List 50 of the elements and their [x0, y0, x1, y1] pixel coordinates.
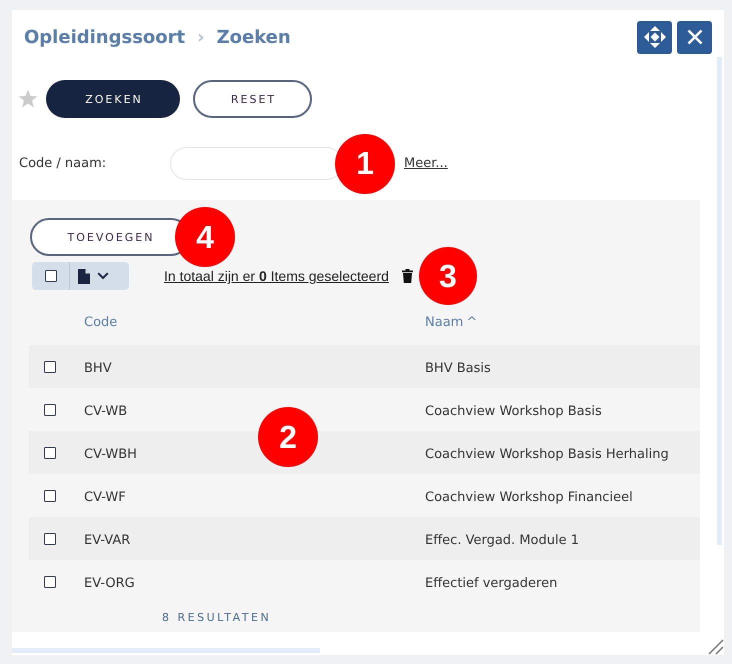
- star-icon[interactable]: [18, 89, 38, 109]
- horizontal-scrollbar[interactable]: [12, 648, 320, 653]
- callout-marker: 3: [418, 247, 477, 305]
- field-label: Code / naam:: [19, 156, 108, 171]
- table-cell: CV-WB: [84, 404, 128, 419]
- column-header[interactable]: Naam: [425, 314, 464, 330]
- table-cell: Coachview Workshop Basis Herhaling: [425, 447, 669, 462]
- row-checkbox[interactable]: [44, 360, 56, 372]
- callout-marker: 2: [258, 407, 318, 467]
- vertical-scrollbar[interactable]: [717, 57, 722, 545]
- row-checkbox[interactable]: [44, 404, 56, 416]
- result-count: 8 RESULTATEN: [162, 611, 272, 624]
- table-row[interactable]: BHV BHV Basis: [29, 345, 700, 388]
- callout-marker: 4: [175, 207, 235, 267]
- table-row[interactable]: EV-VAR Effec. Vergad. Module 1: [29, 517, 700, 560]
- column-header[interactable]: Code: [84, 314, 118, 330]
- table-cell: Coachview Workshop Basis: [425, 404, 602, 419]
- table-cell: CV-WBH: [84, 447, 137, 462]
- breadcrumb-link[interactable]: Opleidingssoort: [24, 26, 186, 48]
- document-icon: [78, 268, 90, 284]
- row-checkbox[interactable]: [44, 576, 56, 588]
- reset-button[interactable]: RESET: [193, 80, 312, 118]
- close-button[interactable]: [677, 20, 712, 54]
- move-button[interactable]: [637, 20, 672, 54]
- table-cell: Effec. Vergad. Module 1: [425, 533, 579, 548]
- table-cell: Effectief vergaderen: [425, 576, 558, 591]
- table-cell: EV-VAR: [84, 533, 130, 548]
- chevron-down-icon: [97, 272, 109, 280]
- row-checkbox[interactable]: [44, 446, 56, 458]
- close-icon: [686, 29, 702, 45]
- page-title: Zoeken: [216, 26, 291, 48]
- table-cell: BHV: [84, 361, 112, 376]
- table-cell: EV-ORG: [84, 576, 135, 591]
- breadcrumb-separator: ›: [197, 26, 205, 48]
- search-button[interactable]: ZOEKEN: [46, 80, 180, 118]
- row-checkbox[interactable]: [44, 490, 56, 502]
- table-cell: CV-WF: [84, 490, 126, 505]
- move-icon: [644, 26, 666, 48]
- table-cell: Coachview Workshop Financieel: [425, 490, 633, 505]
- row-checkbox[interactable]: [44, 532, 56, 544]
- trash-icon[interactable]: [402, 269, 413, 283]
- selection-summary-link[interactable]: In totaal zijn er 0 Items geselecteerd: [164, 268, 389, 284]
- sort-indicator[interactable]: ^: [466, 314, 478, 330]
- table-cell: BHV Basis: [425, 361, 491, 376]
- select-all-checkbox[interactable]: [44, 270, 56, 282]
- table-row[interactable]: EV-ORG Effectief vergaderen: [29, 560, 700, 603]
- table-row[interactable]: CV-WF Coachview Workshop Financieel: [29, 474, 700, 517]
- callout-marker: 1: [335, 134, 395, 194]
- resize-grip-icon[interactable]: [707, 637, 724, 655]
- more-link[interactable]: Meer...: [404, 156, 448, 171]
